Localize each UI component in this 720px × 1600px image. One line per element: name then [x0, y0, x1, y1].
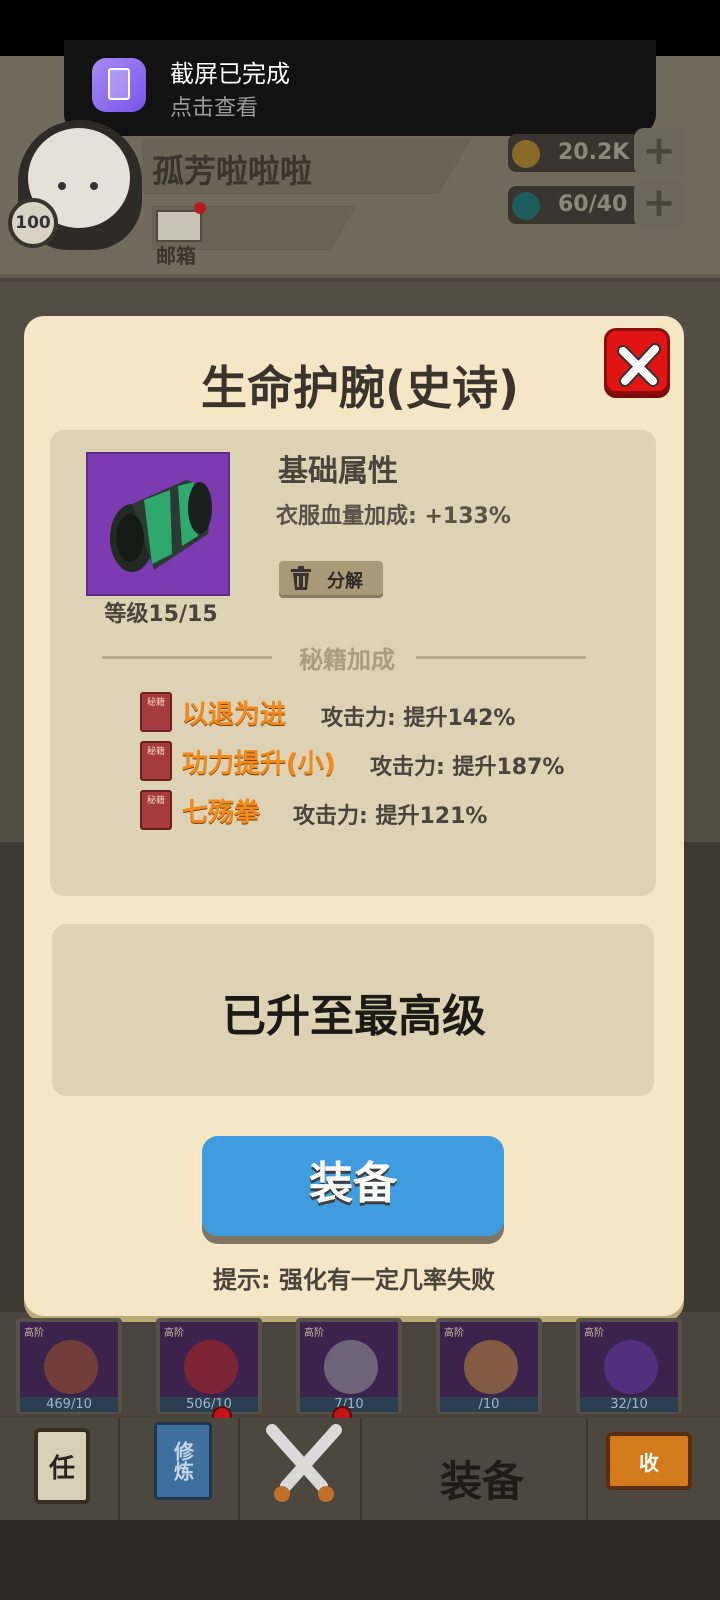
sword-icon — [44, 1340, 98, 1394]
close-icon — [617, 343, 661, 387]
system-navigation-area — [0, 1520, 720, 1600]
gem-icon — [512, 192, 540, 220]
add-coins-button[interactable]: + — [634, 128, 684, 176]
equip-button[interactable]: 装备 — [202, 1136, 504, 1236]
item-image — [86, 452, 230, 596]
equip-button-label: 装备 — [309, 1158, 397, 1209]
resource-value: 60/40 — [558, 192, 628, 217]
secret-book-icon: 秘籍 — [140, 741, 172, 781]
train-book-icon: 修炼 — [154, 1422, 212, 1500]
skill-effect: 攻击力: 提升121% — [293, 804, 488, 829]
max-level-text: 已升至最高级 — [222, 991, 486, 1042]
skill-name: 七殇拳 — [182, 798, 261, 828]
close-button[interactable] — [604, 328, 670, 394]
blade-icon — [324, 1340, 378, 1394]
nav-tab-battle[interactable] — [240, 1418, 362, 1520]
skill-name: 以退为进 — [182, 700, 287, 730]
coin-icon — [512, 140, 540, 168]
inventory-slot[interactable]: 高阶 506/10 — [156, 1318, 262, 1414]
skill-effect: 攻击力: 提升142% — [321, 706, 516, 731]
decompose-label: 分解 — [327, 571, 363, 592]
player-name: 孤芳啦啦啦 — [152, 152, 313, 190]
nav-equip-label[interactable]: 装备 — [440, 1448, 524, 1509]
eye-icon — [90, 182, 98, 190]
eye-icon — [58, 182, 66, 190]
crossed-swords-icon — [266, 1424, 342, 1502]
add-gems-button[interactable]: + — [634, 180, 684, 228]
secret-book-icon: 秘籍 — [140, 790, 172, 830]
screenshot-notification[interactable]: 截屏已完成 点击查看 — [64, 40, 656, 136]
notification-dot — [194, 202, 206, 214]
base-attribute-value: 衣服血量加成: +133% — [276, 504, 511, 529]
nav-tab-train[interactable]: 修炼 — [120, 1418, 240, 1520]
trash-icon — [291, 566, 311, 590]
nav-tab-task[interactable]: 任 — [0, 1418, 120, 1520]
inventory-slot[interactable]: 高阶 32/10 — [576, 1318, 682, 1414]
bracer-icon — [110, 480, 212, 572]
resource-gems: 60/40 + — [508, 180, 684, 228]
base-attributes-title: 基础属性 — [278, 454, 398, 489]
nav-tab-collect[interactable]: 收 — [588, 1418, 720, 1520]
claw-icon — [184, 1340, 238, 1394]
gallery-icon — [92, 58, 146, 112]
task-scroll-icon: 任 — [34, 1428, 90, 1504]
resource-coins: 20.2K + — [508, 128, 684, 176]
inventory-slot[interactable]: 高阶 7/10 — [296, 1318, 402, 1414]
player-level-badge: 100 — [8, 198, 58, 248]
decompose-button[interactable]: 分解 — [279, 561, 383, 595]
enhance-tip: 提示: 强化有一定几率失败 — [213, 1266, 495, 1294]
item-level: 等级15/15 — [104, 602, 218, 627]
notification-subtitle: 点击查看 — [170, 96, 259, 121]
secret-book-icon: 秘籍 — [140, 692, 172, 732]
collect-chest-icon: 收 — [606, 1432, 692, 1490]
mail-icon[interactable] — [156, 210, 202, 242]
hat-icon — [464, 1340, 518, 1394]
skill-name: 功力提升(小) — [182, 749, 336, 779]
mailbox-label[interactable]: 邮箱 — [156, 240, 196, 269]
notification-title: 截屏已完成 — [170, 60, 290, 88]
inventory-slot[interactable]: 高阶 /10 — [436, 1318, 542, 1414]
secret-bonus-title: 秘籍加成 — [299, 646, 395, 674]
skill-effect: 攻击力: 提升187% — [370, 755, 565, 780]
inventory-slot[interactable]: 高阶 469/10 — [16, 1318, 122, 1414]
orb-icon — [604, 1340, 658, 1394]
resource-value: 20.2K — [558, 140, 630, 165]
